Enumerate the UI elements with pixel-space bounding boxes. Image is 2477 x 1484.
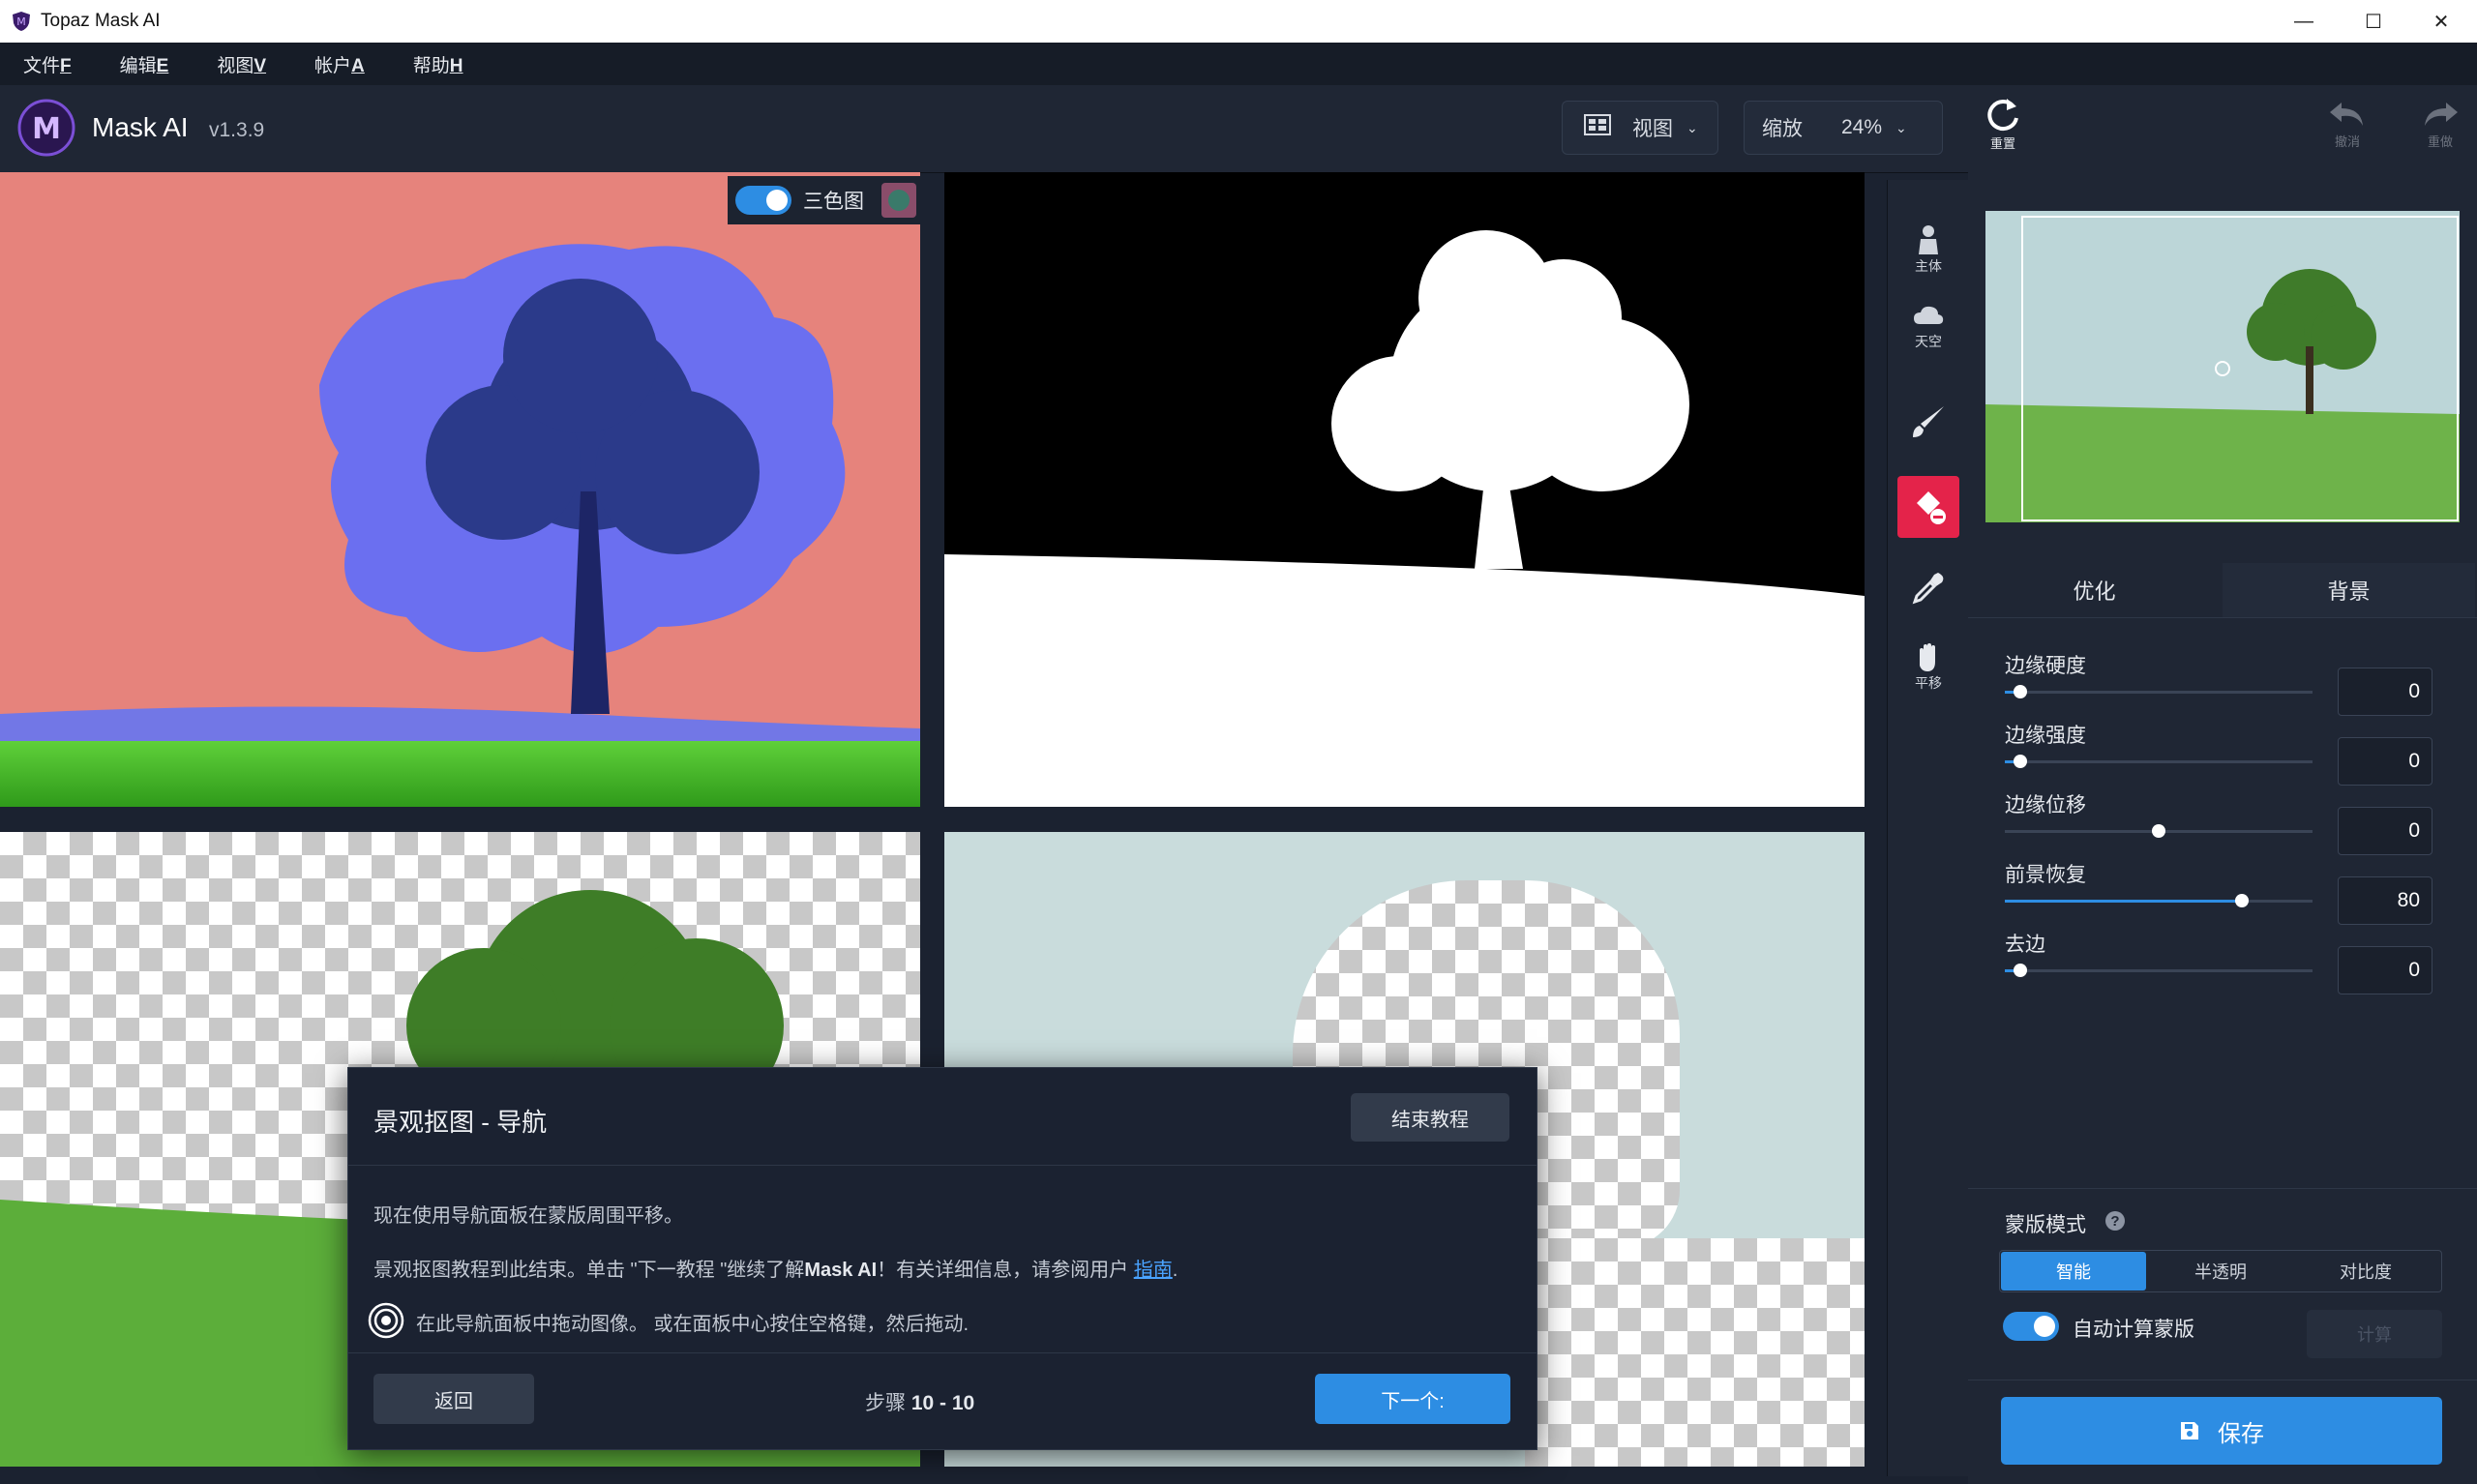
- tab-refine[interactable]: 优化: [1968, 563, 2221, 619]
- zoom-dropdown[interactable]: 缩放 24% ⌄: [1744, 101, 1943, 155]
- trimap-pane[interactable]: 三色图: [0, 172, 920, 807]
- redo-button[interactable]: 重做: [2419, 99, 2462, 159]
- tool-eyedropper[interactable]: [1897, 557, 1959, 619]
- close-button[interactable]: ✕: [2407, 0, 2475, 43]
- view-label: 视图: [1632, 118, 1673, 140]
- slider-label-defringe: 去边: [2005, 934, 2045, 956]
- next-button[interactable]: 下一个:: [1315, 1374, 1510, 1424]
- app-name: Mask AI: [92, 112, 189, 142]
- tool-subject[interactable]: 主体: [1897, 219, 1959, 281]
- tutorial-line1: 现在使用导航面板在蒙版周围平移。: [373, 1205, 683, 1227]
- layout-grid-icon: [1584, 114, 1611, 141]
- refresh-icon: [1987, 99, 2018, 132]
- value-defringe[interactable]: 0: [2338, 946, 2432, 994]
- divider: [348, 1352, 1537, 1353]
- divider: [1968, 1188, 2477, 1189]
- drag-target-icon: [368, 1302, 404, 1339]
- tool-brush[interactable]: [1897, 391, 1959, 453]
- trimap-toolbar: 三色图: [728, 176, 920, 224]
- tutorial-dialog: 景观抠图 - 导航 结束教程 现在使用导航面板在蒙版周围平移。 景观抠图教程到此…: [347, 1067, 1537, 1450]
- tutorial-line2: 景观抠图教程到此结束。单击 "下一教程 "继续了解Mask AI！有关详细信息，…: [373, 1260, 1179, 1281]
- slider-label-edge-hardness: 边缘硬度: [2005, 655, 2086, 677]
- mask-pane[interactable]: [944, 172, 1865, 807]
- menu-view[interactable]: 视图V: [217, 51, 266, 77]
- app-header: M Mask AI v1.3.9 视图 ⌄ 缩放 24% ⌄ 重置 撤消 重做: [0, 85, 2477, 173]
- slider-edge-strength[interactable]: [2005, 755, 2313, 768]
- menu-edit[interactable]: 编辑E: [120, 51, 169, 77]
- tutorial-title: 景观抠图 - 导航: [373, 1108, 548, 1137]
- zoom-value: 24%: [1841, 116, 1883, 138]
- hand-icon: [1920, 643, 1935, 671]
- tab-divider: [1968, 617, 2477, 618]
- tool-strip: 主体 天空 平移: [1887, 180, 1970, 1476]
- mode-smart[interactable]: 智能: [2001, 1252, 2146, 1291]
- slider-foreground-recovery[interactable]: [2005, 894, 2313, 907]
- menu-bar: 文件F 编辑E 视图V 帐户A 帮助H: [0, 43, 2477, 85]
- reset-button[interactable]: 重置: [1982, 95, 2024, 159]
- menu-help[interactable]: 帮助H: [413, 51, 463, 77]
- value-edge-hardness[interactable]: 0: [2338, 668, 2432, 716]
- back-button[interactable]: 返回: [373, 1374, 534, 1424]
- auto-compute-toggle[interactable]: [2003, 1312, 2059, 1341]
- slider-label-foreground-recovery: 前景恢复: [2005, 864, 2086, 886]
- mask-image: [944, 230, 1865, 807]
- trimap-toggle[interactable]: [735, 186, 791, 215]
- slider-label-edge-shift: 边缘位移: [2005, 794, 2086, 816]
- slider-defringe[interactable]: [2005, 964, 2313, 977]
- right-panel: 优化 背景 边缘硬度 0 边缘强度 0 边缘位移 0 前景恢复 80 去边 0 …: [1968, 172, 2477, 1484]
- cloud-icon: [1914, 306, 1944, 324]
- save-button[interactable]: 保存: [2001, 1397, 2442, 1465]
- app-shield-icon: M: [12, 11, 31, 32]
- brush-icon: [1913, 406, 1944, 437]
- tutorial-hint: 在此导航面板中拖动图像。 或在面板中心按住空格键，然后拖动.: [416, 1314, 970, 1335]
- bucket-icon: [1917, 491, 1946, 524]
- chevron-down-icon: ⌄: [1895, 119, 1907, 135]
- slider-label-edge-strength: 边缘强度: [2005, 725, 2086, 747]
- person-icon: [1919, 225, 1938, 254]
- title-bar: M Topaz Mask AI — ☐ ✕: [0, 0, 2477, 43]
- auto-compute-label: 自动计算蒙版: [2073, 1319, 2194, 1341]
- undo-button[interactable]: 撤消: [2326, 99, 2369, 159]
- trimap-color-button[interactable]: [881, 183, 916, 218]
- divider: [348, 1165, 1537, 1166]
- trimap-label: 三色图: [803, 191, 864, 213]
- help-icon[interactable]: ?: [2105, 1211, 2125, 1231]
- menu-account[interactable]: 帐户A: [314, 51, 365, 77]
- value-edge-shift[interactable]: 0: [2338, 807, 2432, 855]
- view-dropdown[interactable]: 视图 ⌄: [1562, 101, 1718, 155]
- navigator-panel[interactable]: [1985, 211, 2460, 522]
- mask-mode-label: 蒙版模式: [2005, 1214, 2086, 1236]
- app-logo: M: [17, 99, 75, 157]
- zoom-label: 缩放: [1762, 118, 1803, 140]
- mode-contrast[interactable]: 对比度: [2293, 1252, 2438, 1291]
- tool-sky[interactable]: 天空: [1897, 296, 1959, 358]
- trimap-image: [0, 172, 920, 807]
- redo-icon: [2425, 103, 2458, 126]
- tab-background[interactable]: 背景: [2223, 563, 2475, 617]
- slider-edge-shift[interactable]: [2005, 824, 2313, 838]
- app-version: v1.3.9: [209, 119, 265, 141]
- navigator-thumbnail: [1985, 211, 2460, 522]
- value-foreground-recovery[interactable]: 80: [2338, 876, 2432, 925]
- minimize-button[interactable]: —: [2270, 0, 2338, 43]
- maximize-button[interactable]: ☐: [2340, 0, 2407, 43]
- compute-button[interactable]: 计算: [2307, 1310, 2442, 1358]
- eyedropper-icon: [1912, 573, 1944, 605]
- chevron-down-icon: ⌄: [1686, 119, 1698, 135]
- guide-link[interactable]: 指南: [1134, 1260, 1173, 1281]
- step-indicator: 步骤 10 - 10: [865, 1392, 975, 1414]
- svg-text:M: M: [16, 15, 26, 28]
- slider-edge-hardness[interactable]: [2005, 685, 2313, 698]
- menu-file[interactable]: 文件F: [23, 51, 72, 77]
- tool-pan[interactable]: 平移: [1897, 637, 1959, 698]
- window-title: Topaz Mask AI: [41, 11, 161, 31]
- end-tutorial-button[interactable]: 结束教程: [1351, 1093, 1509, 1142]
- transparent-region-lower: [1525, 1238, 1865, 1467]
- tool-fill[interactable]: [1897, 476, 1959, 538]
- value-edge-strength[interactable]: 0: [2338, 737, 2432, 786]
- undo-icon: [2330, 103, 2363, 126]
- mode-translucent[interactable]: 半透明: [2148, 1252, 2293, 1291]
- svg-text:M: M: [32, 112, 61, 146]
- floppy-icon: [2181, 1422, 2198, 1439]
